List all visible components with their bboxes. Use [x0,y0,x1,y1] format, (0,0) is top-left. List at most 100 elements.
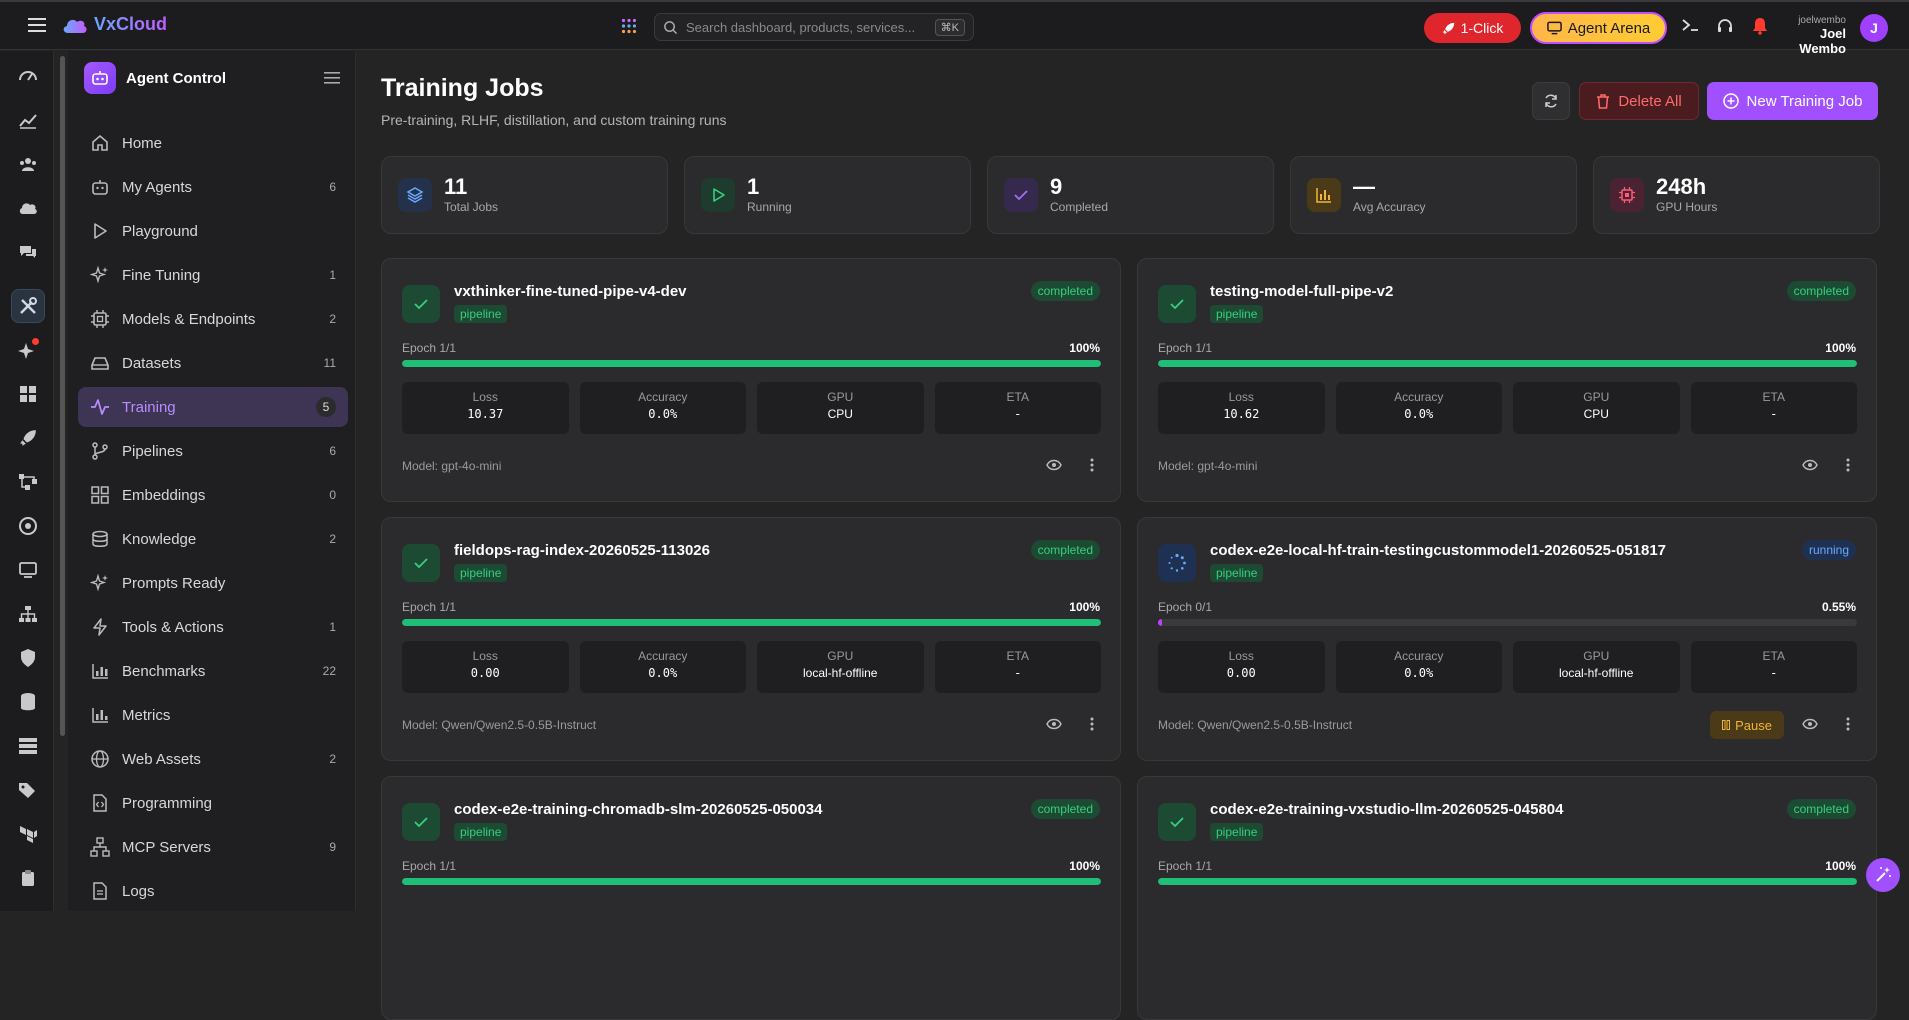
headset-icon[interactable] [1716,17,1734,35]
layers-icon [398,178,432,212]
agent-arena-button[interactable]: Agent Arena [1530,12,1667,44]
job-metrics: Loss 10.37 Accuracy 0.0% GPU CPU ETA - [402,382,1101,434]
sidebar-item-models-endpoints[interactable]: Models & Endpoints 2 [78,299,348,339]
terminal-icon[interactable] [1681,17,1699,33]
sitemap-icon[interactable] [11,597,45,631]
tags-icon[interactable] [11,773,45,807]
sparkle-alert-icon[interactable] [11,333,45,367]
stat-value: 9 [1050,174,1063,199]
stat-value: 1 [747,174,760,199]
more-options-icon[interactable] [1090,458,1094,472]
more-options-icon[interactable] [1846,458,1850,472]
workflow-icon[interactable] [11,465,45,499]
metric-value: local-hf-offline [1559,666,1634,680]
chat-icon[interactable] [11,235,45,269]
metric-accuracy: Accuracy 0.0% [579,641,746,693]
job-card[interactable]: vxthinker-fine-tuned-pipe-v4-dev pipelin… [381,258,1121,502]
sidebar-item-count: 1 [329,268,336,282]
sidebar-scrollbar[interactable] [60,56,65,736]
metric-accuracy: Accuracy 0.0% [1335,382,1502,434]
avatar[interactable]: J [1860,14,1888,42]
chip-icon [1610,178,1644,212]
pause-button[interactable]: Pause [1710,711,1784,739]
job-card[interactable]: testing-model-full-pipe-v2 pipeline comp… [1137,258,1877,502]
tools-icon[interactable] [11,289,45,323]
bell-icon[interactable] [1752,17,1768,35]
sidebar-item-label: Fine Tuning [122,266,201,284]
assistant-fab[interactable] [1866,858,1900,892]
sidebar-item-programming[interactable]: Programming [78,783,348,823]
sidebar-item-metrics[interactable]: Metrics [78,695,348,735]
api-icon[interactable] [11,509,45,543]
job-card[interactable]: codex-e2e-training-chromadb-slm-20260525… [381,776,1121,1020]
sidebar-item-my-agents[interactable]: My Agents 6 [78,167,348,207]
job-card[interactable]: codex-e2e-local-hf-train-testingcustommo… [1137,517,1877,761]
sidebar-item-count: 0 [329,488,336,502]
metric-label: GPU [1583,390,1610,404]
sidebar-item-training[interactable]: Training 5 [78,387,348,427]
sidebar-item-tools-actions[interactable]: Tools & Actions 1 [78,607,348,647]
status-badge: completed [1030,540,1100,560]
job-card[interactable]: fieldops-rag-index-20260525-113026 pipel… [381,517,1121,761]
one-click-label: 1-Click [1460,20,1504,36]
metric-loss: Loss 10.62 [1158,382,1325,434]
more-options-icon[interactable] [1090,717,1094,731]
dashboard-gauge-icon[interactable] [11,59,45,93]
one-click-button[interactable]: 1-Click [1424,13,1521,43]
sidebar-item-logs[interactable]: Logs [78,871,348,911]
eye-icon[interactable] [1802,718,1818,730]
play-icon [701,178,735,212]
sidebar-item-home[interactable]: Home [78,123,348,163]
main-content: Training Jobs Pre-training, RLHF, distil… [357,51,1909,1020]
sparkles-icon [90,573,108,592]
stat-value: — [1353,174,1375,199]
sidebar-item-knowledge[interactable]: Knowledge 2 [78,519,348,559]
new-training-job-button[interactable]: New Training Job [1707,82,1878,120]
sidebar-item-embeddings[interactable]: Embeddings 0 [78,475,348,515]
job-tag: pipeline [1210,305,1264,323]
terraform-icon[interactable] [11,817,45,851]
server-icon[interactable] [11,729,45,763]
sidebar: Agent Control Home My Agents 6 Playground… [68,51,356,911]
more-options-icon[interactable] [1846,717,1850,731]
search-bar[interactable]: ⌘K [654,13,974,41]
search-input[interactable] [686,19,927,35]
app-logo[interactable]: VxCloud [62,14,167,35]
shield-icon[interactable] [11,641,45,675]
line-chart-icon[interactable] [11,103,45,137]
metric-eta: ETA - [1690,382,1857,434]
eye-icon[interactable] [1046,718,1062,730]
sidebar-item-mcp-servers[interactable]: MCP Servers 9 [78,827,348,867]
sidebar-item-label: Benchmarks [122,662,206,680]
cloud-icon[interactable] [11,191,45,225]
widgets-icon[interactable] [11,377,45,411]
job-card[interactable]: codex-e2e-training-vxstudio-llm-20260525… [1137,776,1877,1020]
database-icon[interactable] [11,685,45,719]
clipboard-icon[interactable] [11,861,45,895]
screen-icon[interactable] [11,553,45,587]
eye-icon[interactable] [1802,459,1818,471]
metric-gpu: GPU local-hf-offline [1513,641,1680,693]
sidebar-item-web-assets[interactable]: Web Assets 2 [78,739,348,779]
job-name: vxthinker-fine-tuned-pipe-v4-dev [454,283,687,300]
delete-all-button[interactable]: Delete All [1579,82,1699,120]
job-name: testing-model-full-pipe-v2 [1210,283,1394,300]
sidebar-item-fine-tuning[interactable]: Fine Tuning 1 [78,255,348,295]
metric-eta: ETA - [1690,641,1857,693]
eye-icon[interactable] [1046,459,1062,471]
sidebar-item-pipelines[interactable]: Pipelines 6 [78,431,348,471]
refresh-button[interactable] [1532,82,1570,120]
metric-eta: ETA - [934,641,1101,693]
sidebar-item-datasets[interactable]: Datasets 11 [78,343,348,383]
users-icon[interactable] [11,147,45,181]
sidebar-header: Agent Control [84,61,340,95]
sidebar-item-benchmarks[interactable]: Benchmarks 22 [78,651,348,691]
apps-grid-icon[interactable] [621,18,637,34]
user-info[interactable]: joelwembo Joel Wembo [1770,15,1846,56]
rocket-icon[interactable] [11,421,45,455]
menu-icon[interactable] [28,17,46,33]
collapse-menu-icon[interactable] [324,71,340,85]
sidebar-item-playground[interactable]: Playground [78,211,348,251]
sidebar-item-label: Home [122,134,163,152]
sidebar-item-prompts-ready[interactable]: Prompts Ready [78,563,348,603]
